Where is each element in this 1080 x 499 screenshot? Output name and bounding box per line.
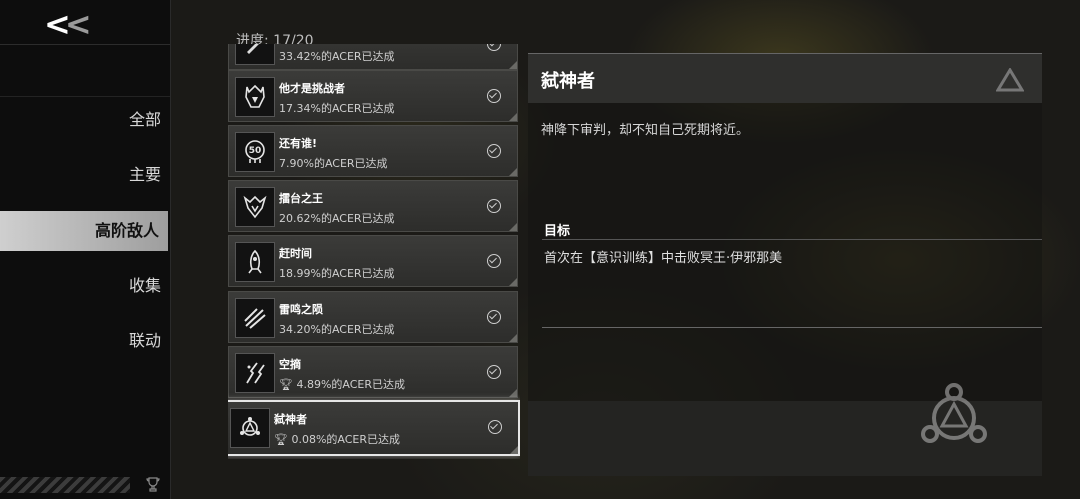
detail-description: 神降下审判，却不知自己死期将近。 <box>541 123 750 138</box>
achievement-title: 他才是挑战者 <box>279 82 345 95</box>
achievement-percent: 33.42%的ACER已达成 <box>279 50 395 63</box>
check-icon <box>488 420 502 434</box>
detail-title: 弑神者 <box>541 71 595 92</box>
divider <box>542 327 1042 328</box>
achievement-list[interactable]: 33.42%的ACER已达成 他才是挑战者 17.34%的ACER已达成 50 … <box>228 44 520 459</box>
horned-helmet-icon <box>235 77 275 117</box>
achievement-title: 雷鸣之陨 <box>279 303 323 316</box>
achievement-percent: 34.20%的ACER已达成 <box>279 323 395 336</box>
rocket-icon <box>235 242 275 282</box>
achievement-item[interactable]: 空摘 🏆︎ 4.89%的ACER已达成 <box>228 346 518 398</box>
achievement-item[interactable]: 擂台之王 20.62%的ACER已达成 <box>228 180 518 232</box>
falling-debris-icon <box>235 353 275 393</box>
triad-emblem-icon <box>230 408 270 448</box>
achievement-item[interactable]: 雷鸣之陨 34.20%的ACER已达成 <box>228 291 518 343</box>
nav-item-collection[interactable]: 收集 <box>0 266 170 306</box>
achievement-percent: 17.34%的ACER已达成 <box>279 102 395 115</box>
sidebar: << 全部 主要 高阶敌人 收集 联动 <box>0 0 171 499</box>
trophy-icon: 🏆︎ <box>274 433 292 446</box>
achievement-title: 弑神者 <box>274 413 307 426</box>
crowned-beast-icon <box>235 187 275 227</box>
nav-item-advanced-enemies[interactable]: 高阶敌人 <box>0 211 168 251</box>
corner-decoration <box>510 446 518 454</box>
trophy-icon <box>146 477 160 492</box>
achievement-title: 赶时间 <box>279 247 312 260</box>
achievement-item-selected[interactable]: 弑神者 🏆︎ 0.08%的ACER已达成 <box>228 400 520 456</box>
check-icon <box>487 144 501 158</box>
corner-decoration <box>509 61 517 69</box>
corner-decoration <box>509 223 517 231</box>
detail-header: 弑神者 <box>528 53 1042 103</box>
achievement-percent: 20.62%的ACER已达成 <box>279 212 395 225</box>
nav-item-main[interactable]: 主要 <box>0 155 170 195</box>
goal-text: 首次在【意识训练】中击败冥王·伊邪那美 <box>544 251 783 266</box>
corner-decoration <box>509 168 517 176</box>
corner-decoration <box>509 334 517 342</box>
check-icon <box>487 89 501 103</box>
divider <box>0 96 170 97</box>
achievement-title: 还有谁! <box>279 137 318 150</box>
slash-marks-icon <box>235 298 275 338</box>
blade-icon <box>235 44 275 65</box>
check-icon <box>487 365 501 379</box>
goal-label: 目标 <box>544 224 571 239</box>
back-chevron-icon: < <box>44 5 71 43</box>
trophy-icon: 🏆︎ <box>279 378 297 391</box>
skull-50-icon: 50 <box>235 132 275 172</box>
check-icon <box>487 44 501 51</box>
back-button[interactable]: << <box>44 8 92 40</box>
check-icon <box>487 199 501 213</box>
divider <box>542 239 1042 240</box>
decorative-stripe <box>0 477 130 493</box>
nav-item-all[interactable]: 全部 <box>0 100 170 140</box>
achievement-percent: 18.99%的ACER已达成 <box>279 267 395 280</box>
corner-decoration <box>509 389 517 397</box>
achievement-item[interactable]: 50 还有谁! 7.90%的ACER已达成 <box>228 125 518 177</box>
achievement-item[interactable]: 33.42%的ACER已达成 <box>228 44 518 70</box>
achievement-item[interactable]: 他才是挑战者 17.34%的ACER已达成 <box>228 70 518 122</box>
game-logo-icon <box>996 68 1024 92</box>
svg-text:50: 50 <box>249 146 262 156</box>
achievement-percent: 🏆︎ 0.08%的ACER已达成 <box>274 433 401 446</box>
divider <box>0 44 170 45</box>
check-icon <box>487 254 501 268</box>
corner-decoration <box>509 113 517 121</box>
corner-decoration <box>509 278 517 286</box>
check-icon <box>487 310 501 324</box>
achievement-item[interactable]: 赶时间 18.99%的ACER已达成 <box>228 235 518 287</box>
nav-item-collab[interactable]: 联动 <box>0 321 170 361</box>
achievement-percent: 🏆︎ 4.89%的ACER已达成 <box>279 378 406 391</box>
achievement-detail-panel: 弑神者 神降下审判，却不知自己死期将近。 目标 首次在【意识训练】中击败冥王·伊… <box>528 53 1042 476</box>
achievement-title: 擂台之王 <box>279 192 323 205</box>
achievement-title: 空摘 <box>279 358 301 371</box>
triad-emblem-icon <box>921 383 987 443</box>
achievement-percent: 7.90%的ACER已达成 <box>279 157 388 170</box>
back-chevron-icon: < <box>64 5 92 43</box>
